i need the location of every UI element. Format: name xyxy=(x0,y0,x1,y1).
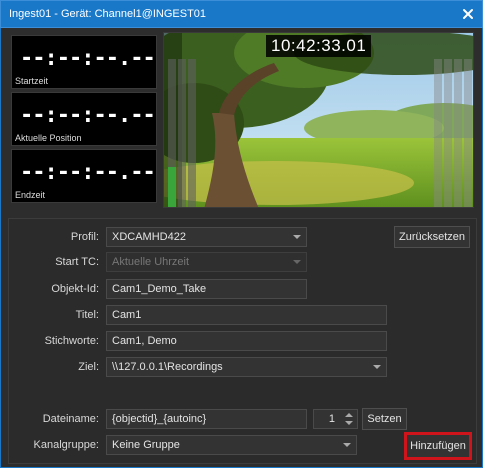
close-icon[interactable] xyxy=(460,6,476,22)
filename-field[interactable]: {objectid}_{autoinc} xyxy=(106,409,307,429)
target-value: \\127.0.0.1\Recordings xyxy=(112,361,223,373)
title-field[interactable]: Cam1 xyxy=(106,305,387,325)
profile-label: Profil: xyxy=(70,231,99,243)
target-label: Ziel: xyxy=(78,361,99,373)
chevron-down-icon xyxy=(293,235,301,239)
ingest-window: --:--:--.-- Startzeit --:--:--.-- Aktuel… xyxy=(0,28,483,468)
start-tc-value: Aktuelle Uhrzeit xyxy=(112,256,190,268)
preview-frame xyxy=(164,33,473,207)
filename-label: Dateiname: xyxy=(42,413,99,425)
start-time-label: Startzeit xyxy=(15,76,49,86)
chevron-down-icon xyxy=(343,443,351,447)
start-time-display: --:--:--.-- Startzeit xyxy=(11,35,157,89)
video-preview: 10:42:33.01 xyxy=(163,32,474,208)
start-tc-select[interactable]: Aktuelle Uhrzeit xyxy=(106,252,307,272)
current-position-label: Aktuelle Position xyxy=(15,133,82,143)
reset-button[interactable]: Zurücksetzen xyxy=(394,226,470,248)
end-time-label: Endzeit xyxy=(15,190,46,200)
counter-value: 1 xyxy=(328,413,335,425)
channel-group-value: Keine Gruppe xyxy=(112,439,180,451)
start-tc-label: Start TC: xyxy=(55,256,99,268)
channel-group-select[interactable]: Keine Gruppe xyxy=(106,435,357,455)
chevron-down-icon xyxy=(373,365,381,369)
arrow-down-icon[interactable] xyxy=(345,421,353,425)
end-time-value: --:--:--.-- xyxy=(20,160,156,185)
ingest-form: Profil: XDCAMHD422 Zurücksetzen Start TC… xyxy=(8,218,477,464)
target-select[interactable]: \\127.0.0.1\Recordings xyxy=(106,357,387,377)
set-button[interactable]: Setzen xyxy=(362,408,407,430)
window-title: Ingest01 - Gerät: Channel1@INGEST01 xyxy=(9,8,207,20)
channel-group-label: Kanalgruppe: xyxy=(33,439,99,451)
chevron-down-icon xyxy=(293,260,301,264)
timecode-clock: 10:42:33.01 xyxy=(266,35,372,57)
arrow-up-icon[interactable] xyxy=(345,413,353,417)
current-position-value: --:--:--.-- xyxy=(20,103,156,128)
counter-stepper[interactable]: 1 xyxy=(313,409,358,429)
start-time-value: --:--:--.-- xyxy=(20,46,156,71)
audio-meter-left xyxy=(168,59,196,207)
add-button[interactable]: Hinzufügen xyxy=(404,432,472,460)
end-time-display: --:--:--.-- Endzeit xyxy=(11,149,157,203)
window-titlebar: Ingest01 - Gerät: Channel1@INGEST01 xyxy=(0,0,483,28)
profile-select[interactable]: XDCAMHD422 xyxy=(106,227,307,247)
object-id-label: Objekt-Id: xyxy=(51,283,99,295)
current-position-display: --:--:--.-- Aktuelle Position xyxy=(11,92,157,146)
keywords-field[interactable]: Cam1, Demo xyxy=(106,331,387,351)
keywords-label: Stichworte: xyxy=(44,335,99,347)
title-label: Titel: xyxy=(75,309,99,321)
object-id-field[interactable]: Cam1_Demo_Take xyxy=(106,279,307,299)
profile-value: XDCAMHD422 xyxy=(112,231,186,243)
